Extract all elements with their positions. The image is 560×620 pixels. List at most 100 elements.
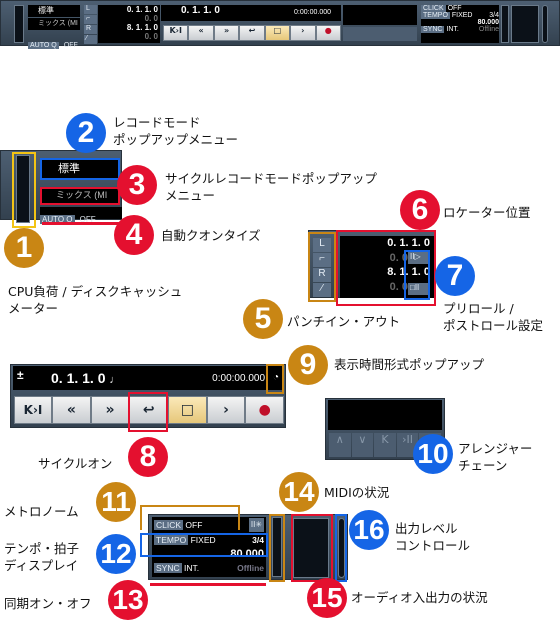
play-closeup-button[interactable]: › xyxy=(206,396,246,424)
postroll-value[interactable]: 0. 0 xyxy=(98,32,158,41)
tempo-value: 80.000 xyxy=(477,19,499,26)
time-closeup-value[interactable]: 0:00:00.000 xyxy=(212,373,265,384)
sync-closeup-status: Offline xyxy=(237,563,264,573)
position-closeup-value[interactable]: 0. 1. 1. 0 xyxy=(51,370,105,386)
audio-highlight xyxy=(291,514,333,582)
position-value[interactable]: 0. 1. 1. 0 xyxy=(181,5,220,16)
rewind-button[interactable]: « xyxy=(188,25,214,41)
auto-quantize[interactable]: AUTO Q OFF xyxy=(28,32,80,49)
callout-badge-7: 7 xyxy=(435,256,475,296)
cpu-disk-meter xyxy=(14,5,24,43)
note-icon: ♩ xyxy=(109,374,121,386)
tempo-mode: FIXED xyxy=(451,12,473,19)
record-mode-highlight xyxy=(40,158,120,180)
arranger-chain-display[interactable] xyxy=(343,5,417,25)
punch-out-button[interactable]: ⁄ xyxy=(84,35,97,44)
arranger-prev-button[interactable]: ∧ xyxy=(329,433,351,457)
preroll-highlight xyxy=(404,250,430,300)
cycle-record-highlight xyxy=(40,187,120,205)
forward-button[interactable]: » xyxy=(213,25,240,41)
click-label[interactable]: CLICK xyxy=(421,5,446,12)
cycle-record-mode-value: ミックス (MI xyxy=(38,20,78,27)
rewind-closeup-button[interactable]: « xyxy=(52,396,91,424)
cycle-highlight xyxy=(128,392,168,432)
click-value: OFF xyxy=(447,5,462,12)
audio-activity-meter xyxy=(511,5,539,43)
midi-highlight xyxy=(269,514,285,582)
sync-underline xyxy=(150,583,266,586)
click-settings-button[interactable]: II✳ xyxy=(248,518,264,532)
locator-display: 0. 1. 1. 0 0. 0 8. 1. 1. 0 0. 0 xyxy=(98,5,160,43)
callout-label-6: ロケーター位置 xyxy=(443,205,531,220)
play-button[interactable]: › xyxy=(290,25,316,41)
callout-label-9: 表示時間形式ポップアップ xyxy=(334,357,485,372)
tempo-label[interactable]: TEMPO xyxy=(421,12,450,19)
record-mode-popup[interactable]: 標準 xyxy=(28,5,80,17)
transport-toolbar: 標準 ミックス (MI AUTO Q OFF L ⌐ R ⁄ 0. 1. 1. … xyxy=(0,0,560,49)
arranger-buttons xyxy=(343,27,417,41)
callout-label-14: MIDIの状況 xyxy=(324,485,390,500)
record-button[interactable]: ● xyxy=(315,25,341,41)
callout-badge-15: 15 xyxy=(307,578,347,618)
record-closeup-button[interactable]: ● xyxy=(245,396,285,424)
stop-closeup-button[interactable]: □ xyxy=(168,396,207,424)
metronome-panel: CLICK OFF TEMPO FIXED 3/4 80.000 SYNC IN… xyxy=(421,5,499,43)
left-locator-position[interactable]: 0. 1. 1. 0 xyxy=(98,5,158,14)
cpu-meter-highlight xyxy=(12,152,36,228)
go-to-start-closeup-button[interactable]: K›I xyxy=(14,396,52,424)
callout-label-12: テンポ・拍子 ディスプレイ xyxy=(4,541,80,573)
time-format-highlight xyxy=(266,364,284,394)
output-level-slider[interactable] xyxy=(542,5,548,43)
callout-badge-13: 13 xyxy=(108,580,148,620)
callout-badge-10: 10 xyxy=(413,434,453,474)
callout-label-15: オーディオ入出力の状況 xyxy=(351,590,488,605)
forward-closeup-button[interactable]: » xyxy=(90,396,130,424)
preroll-value[interactable]: 0. 0 xyxy=(98,14,158,23)
metronome-highlight xyxy=(140,505,240,530)
time-value[interactable]: 0:00:00.000 xyxy=(294,9,331,16)
right-locator-button[interactable]: R xyxy=(84,25,97,34)
auto-q-value: OFF xyxy=(63,42,78,49)
callout-badge-1: 1 xyxy=(4,228,44,268)
callout-label-4: 自動クオンタイズ xyxy=(161,228,261,243)
callout-label-11: メトロノーム xyxy=(4,504,79,519)
callout-badge-12: 12 xyxy=(96,534,136,574)
arranger-first-button[interactable]: K xyxy=(374,433,396,457)
callout-label-1: CPU負荷 / ディスクキャッシュ メーター xyxy=(8,284,183,316)
sync-closeup-mode: INT. xyxy=(184,563,200,573)
callout-label-13: 同期オン・オフ xyxy=(4,596,92,611)
auto-q-underline xyxy=(42,222,122,225)
callout-badge-3: 3 xyxy=(117,165,157,205)
sync-status: Offline xyxy=(478,26,499,33)
cycle-record-mode-popup[interactable]: ミックス (MI xyxy=(28,18,80,30)
output-highlight xyxy=(335,514,347,582)
callout-badge-2: 2 xyxy=(66,113,106,153)
callout-label-10: アレンジャー チェーン xyxy=(458,441,533,473)
signature: 3/4 xyxy=(489,12,499,19)
left-locator-button[interactable]: L xyxy=(84,5,97,14)
callout-label-2: レコードモード ポップアップメニュー xyxy=(113,115,239,147)
callout-badge-11: 11 xyxy=(96,482,136,522)
stop-button[interactable]: □ xyxy=(264,25,291,41)
punch-in-button[interactable]: ⌐ xyxy=(84,15,97,24)
callout-badge-14: 14 xyxy=(279,472,319,512)
sync-closeup-label[interactable]: SYNC xyxy=(154,563,182,573)
punch-buttons: L ⌐ R ⁄ xyxy=(84,5,97,44)
auto-q-label: AUTO Q xyxy=(28,42,59,49)
callout-badge-16: 16 xyxy=(349,510,389,550)
callout-badge-8: 8 xyxy=(128,437,168,477)
position-display: 0. 1. 1. 0 0:00:00.000 xyxy=(161,5,341,21)
auto-q-closeup[interactable]: AUTO Q OFF xyxy=(40,207,122,224)
callout-badge-9: 9 xyxy=(288,345,328,385)
record-mode-value: 標準 xyxy=(38,6,54,15)
callout-badge-4: 4 xyxy=(114,215,154,255)
cycle-button[interactable]: ↩ xyxy=(239,25,265,41)
go-to-start-button[interactable]: K›I xyxy=(163,25,189,41)
plus-minus-icon[interactable]: ± xyxy=(17,368,24,382)
sync-label[interactable]: SYNC xyxy=(421,26,445,33)
arranger-next-button[interactable]: ∨ xyxy=(351,433,374,457)
callout-label-8: サイクルオン xyxy=(38,456,113,471)
right-locator-position[interactable]: 8. 1. 1. 0 xyxy=(98,23,158,32)
callout-badge-6: 6 xyxy=(400,190,440,230)
arranger-chain-closeup-display[interactable] xyxy=(328,400,442,430)
